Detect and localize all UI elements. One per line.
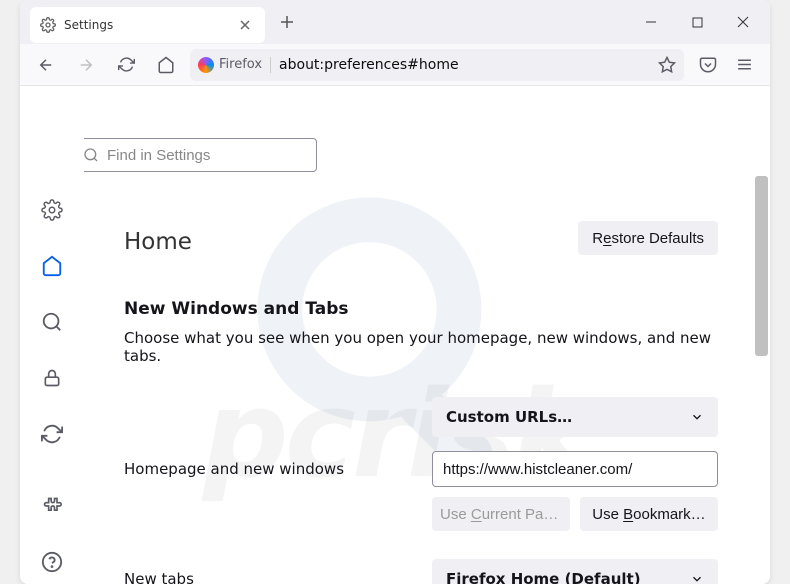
- pocket-button[interactable]: [692, 49, 724, 81]
- sidebar-item-search[interactable]: [34, 304, 70, 340]
- window-titlebar: Settings: [20, 0, 770, 44]
- sidebar-item-support[interactable]: [34, 544, 70, 580]
- gear-icon: [40, 17, 56, 33]
- arrow-right-icon: [77, 56, 95, 74]
- home-icon: [41, 255, 63, 277]
- gear-icon: [41, 199, 63, 221]
- window-maximize-button[interactable]: [674, 0, 720, 44]
- back-button[interactable]: [30, 49, 62, 81]
- maximize-icon: [692, 17, 703, 28]
- newtabs-value: Firefox Home (Default): [446, 570, 641, 584]
- chevron-down-icon: [690, 572, 704, 584]
- close-icon: [239, 19, 251, 31]
- reload-button[interactable]: [110, 49, 142, 81]
- tab-title: Settings: [64, 18, 227, 32]
- search-icon: [84, 147, 99, 163]
- sidebar-item-extensions[interactable]: [34, 488, 70, 524]
- section-title: New Windows and Tabs: [124, 299, 734, 319]
- window-minimize-button[interactable]: [628, 0, 674, 44]
- pocket-icon: [699, 56, 717, 74]
- homepage-label: Homepage and new windows: [124, 460, 422, 478]
- urlbar-identity-label: Firefox: [219, 57, 262, 72]
- urlbar-text: about:preferences#home: [279, 57, 650, 73]
- browser-tab[interactable]: Settings: [30, 7, 265, 43]
- sidebar-item-general[interactable]: [34, 192, 70, 228]
- use-current-pages-button[interactable]: Use Current Pages: [432, 497, 570, 531]
- arrow-left-icon: [37, 56, 55, 74]
- menu-button[interactable]: [728, 49, 760, 81]
- homepage-mode-select[interactable]: Custom URLs…: [432, 397, 718, 437]
- settings-search-box[interactable]: [84, 138, 317, 172]
- plus-icon: [280, 15, 294, 29]
- firefox-logo-icon: [198, 57, 214, 73]
- tab-close-button[interactable]: [235, 15, 255, 35]
- settings-main: Home Restore Defaults New Windows and Ta…: [84, 86, 770, 584]
- sync-icon: [41, 423, 63, 445]
- hamburger-icon: [736, 56, 753, 73]
- page-title: Home: [124, 229, 192, 255]
- settings-sidebar: [20, 86, 84, 584]
- browser-navbar: Firefox about:preferences#home: [20, 44, 770, 86]
- chevron-down-icon: [690, 410, 704, 424]
- puzzle-icon: [42, 496, 62, 516]
- sidebar-item-sync[interactable]: [34, 416, 70, 452]
- reload-icon: [118, 56, 135, 73]
- search-icon: [41, 311, 63, 333]
- homepage-mode-label: Custom URLs…: [446, 408, 572, 426]
- star-icon[interactable]: [658, 56, 676, 74]
- url-bar[interactable]: Firefox about:preferences#home: [190, 49, 684, 81]
- lock-icon: [42, 368, 62, 388]
- use-bookmark-button[interactable]: Use Bookmark…: [580, 497, 718, 531]
- home-icon: [157, 56, 175, 74]
- newtabs-label: New tabs: [124, 570, 422, 584]
- section-desc: Choose what you see when you open your h…: [124, 329, 734, 365]
- homepage-url-input[interactable]: [432, 451, 718, 487]
- forward-button[interactable]: [70, 49, 102, 81]
- sidebar-item-privacy[interactable]: [34, 360, 70, 396]
- close-icon: [737, 16, 749, 28]
- urlbar-identity[interactable]: Firefox: [198, 57, 271, 73]
- window-close-button[interactable]: [720, 0, 766, 44]
- settings-search-input[interactable]: [107, 147, 306, 164]
- newtabs-select[interactable]: Firefox Home (Default): [432, 559, 718, 584]
- home-nav-button[interactable]: [150, 49, 182, 81]
- sidebar-item-home[interactable]: [34, 248, 70, 284]
- minimize-icon: [645, 16, 657, 28]
- scrollbar-thumb[interactable]: [755, 176, 768, 356]
- help-icon: [41, 551, 63, 573]
- new-tab-button[interactable]: [271, 6, 303, 38]
- restore-defaults-button[interactable]: Restore Defaults: [578, 221, 718, 255]
